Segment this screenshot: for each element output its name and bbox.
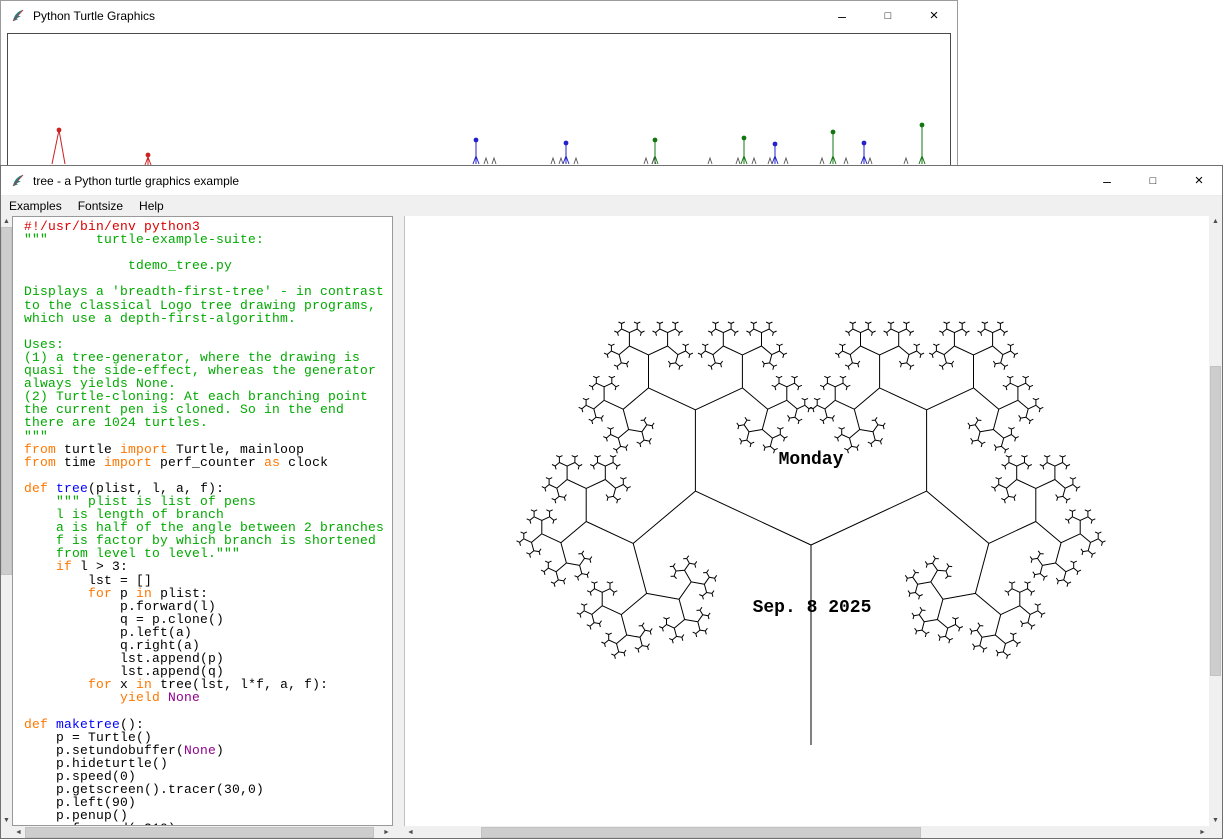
back-close-button[interactable]: × [911,1,957,30]
turtle-tick [752,158,756,164]
turtle-tick [844,158,848,164]
code-area[interactable]: #!/usr/bin/env python3""" turtle-example… [12,216,393,826]
front-close-button[interactable]: × [1176,166,1222,195]
code-hscrollbar[interactable]: ◄ ► [12,826,393,839]
turtle-sprite [861,141,867,164]
canvas-hscrollbar[interactable]: ◄ ► [404,826,1209,839]
turtle-canvas-svg: Monday Sep. 8 2025 [405,216,1210,826]
scroll-right-icon[interactable]: ► [1196,826,1209,839]
canvas-label: Monday [779,450,844,470]
pane-sash[interactable] [393,216,404,839]
code-vscrollbar[interactable]: ▲ ▼ [1,216,12,826]
turtle-tick [820,158,824,164]
turtle-sprite [145,153,151,165]
scroll-left-icon[interactable]: ◄ [12,826,25,839]
fractal-tree-path [517,322,1106,745]
front-minimize-button[interactable]: – [1084,166,1130,195]
front-maximize-button[interactable]: □ [1130,166,1176,195]
front-work-area: ▲ ▼ #!/usr/bin/env python3""" turtle-exa… [1,216,1222,839]
canvas-vscrollbar[interactable]: ▲ ▼ [1209,216,1222,826]
turtle-tick [784,158,788,164]
scrollbar-corner [1209,826,1222,839]
turtle-tick [551,158,555,164]
back-minimize-button[interactable]: – [819,1,865,30]
canvas-hscroll-thumb[interactable] [481,827,921,838]
scroll-left-icon[interactable]: ◄ [404,826,417,839]
tk-feather-icon [10,8,26,24]
code-line: from time import perf_counter as clock [24,456,384,469]
menubar: Examples Fontsize Help [1,196,1222,216]
turtle-sprite [473,138,479,164]
scroll-right-icon[interactable]: ► [380,826,393,839]
code-line: """ turtle-example-suite: [24,233,384,246]
code-text: #!/usr/bin/env python3""" turtle-example… [24,220,384,826]
turtle-sprite [919,123,925,164]
code-line: yield None [24,691,384,704]
turtle-tick [708,158,712,164]
code-line: there are 1024 turtles. [24,416,384,429]
turtle-sprite [772,142,778,164]
canvas-label: Sep. 8 2025 [753,598,872,618]
front-window-controls: – □ × [1084,166,1222,195]
code-vscroll-thumb[interactable] [1,227,12,575]
turtle-tick [644,158,648,164]
turtle-tick [574,158,578,164]
front-window-title: tree - a Python turtle graphics example [33,174,239,188]
menu-item-help[interactable]: Help [131,197,172,215]
turtle-tick [868,158,872,164]
turtle-sprite [563,141,569,164]
turtle-canvas: Monday Sep. 8 2025 [404,216,1209,826]
scroll-down-icon[interactable]: ▼ [1209,815,1222,826]
turtle-tick [559,158,563,164]
turtle-sprite [52,128,65,164]
turtle-tick [484,158,488,164]
code-hscroll-thumb[interactable] [25,827,374,838]
scroll-down-icon[interactable]: ▼ [1,815,12,826]
turtle-sprite [830,130,836,164]
back-window-title: Python Turtle Graphics [33,9,155,23]
back-titlebar: Python Turtle Graphics – □ × [1,1,957,30]
back-maximize-button[interactable]: □ [865,1,911,30]
code-line: tdemo_tree.py [24,259,384,272]
front-window: tree - a Python turtle graphics example … [0,165,1223,839]
turtle-tick [768,158,772,164]
canvas-vscroll-thumb[interactable] [1210,366,1221,676]
code-line [24,325,384,338]
scroll-up-icon[interactable]: ▲ [1,216,12,227]
turtle-sprite [741,136,747,164]
menu-item-fontsize[interactable]: Fontsize [70,197,131,215]
turtle-tick [492,158,496,164]
tk-feather-icon [10,173,26,189]
menu-item-examples[interactable]: Examples [1,197,70,215]
back-window-controls: – □ × [819,1,957,30]
front-titlebar: tree - a Python turtle graphics example … [1,166,1222,196]
turtle-tick [736,158,740,164]
turtle-tick [904,158,908,164]
scroll-up-icon[interactable]: ▲ [1209,216,1222,227]
code-line: which use a depth-first-algorithm. [24,312,384,325]
scrollbar-corner [1,826,12,839]
